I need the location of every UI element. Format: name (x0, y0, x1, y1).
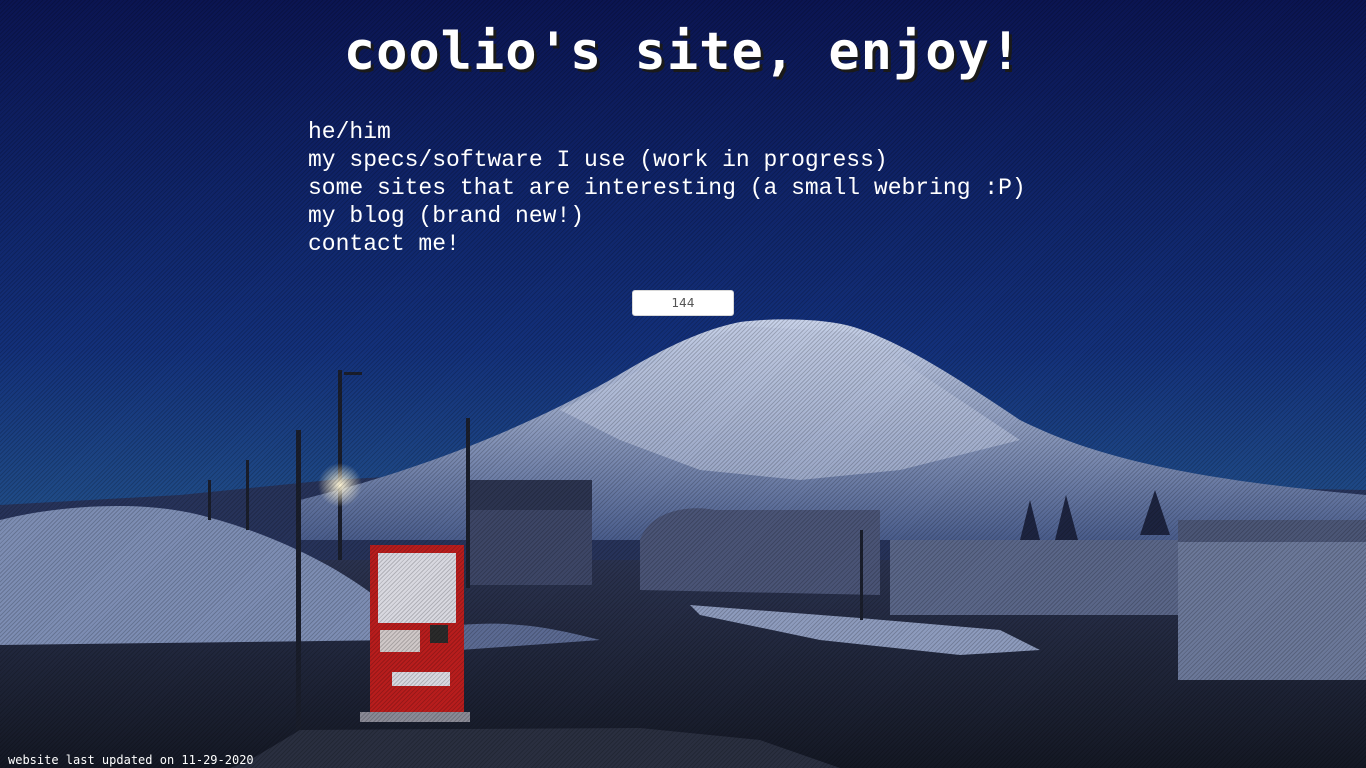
blog-link[interactable]: my blog (brand new!) (308, 203, 584, 229)
nav-item-blog[interactable]: my blog (brand new!) (308, 202, 1026, 230)
nav-item-specs[interactable]: my specs/software I use (work in progres… (308, 146, 1026, 174)
site-title: coolio's site, enjoy! (343, 22, 1023, 82)
nav-item-webring[interactable]: some sites that are interesting (a small… (308, 174, 1026, 202)
nav-item-contact[interactable]: contact me! (308, 230, 1026, 258)
contact-link[interactable]: contact me! (308, 231, 460, 257)
page-content: coolio's site, enjoy! he/him my specs/so… (0, 0, 1366, 768)
webring-link[interactable]: some sites that are interesting (a small… (308, 175, 1026, 201)
specs-link[interactable]: my specs/software I use (work in progres… (308, 147, 888, 173)
hit-counter: 144 (632, 290, 734, 316)
pronouns-text: he/him (308, 119, 391, 145)
last-updated-text: website last updated on 11-29-2020 (8, 753, 254, 767)
nav-list: he/him my specs/software I use (work in … (308, 118, 1026, 258)
nav-item-pronouns: he/him (308, 118, 1026, 146)
